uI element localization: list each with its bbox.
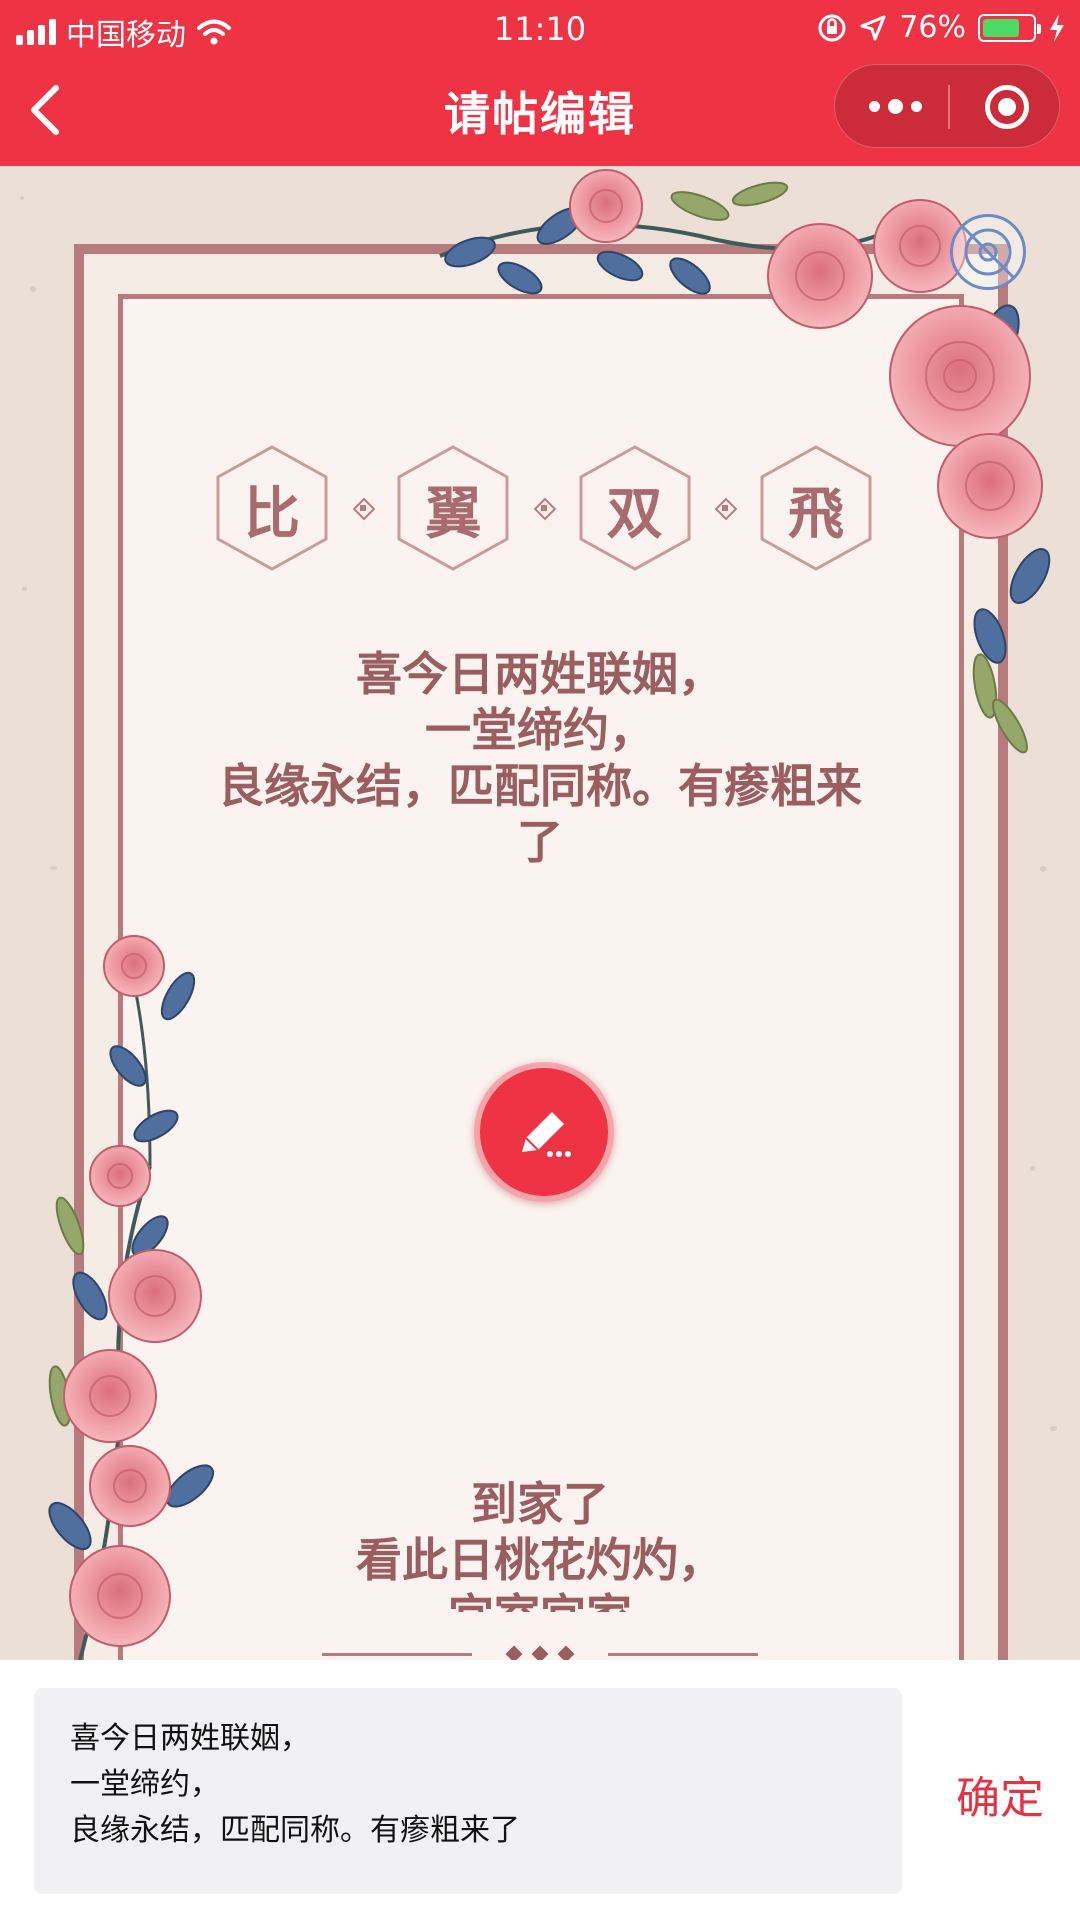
battery-icon: [978, 13, 1041, 42]
more-dots-icon[interactable]: [865, 91, 925, 121]
battery-percent: 76%: [899, 10, 966, 45]
app-header: 中国移动 11:10 76% 请帖编辑: [0, 0, 1080, 166]
navigation-bar: 请帖编辑: [0, 56, 1080, 166]
text-editor-panel: 喜今日两姓联姻， 一堂缔约， 良缘永结，匹配同称。有瘆粗来了 确定: [0, 1660, 1080, 1920]
rose-decoration-icon: [48, 169, 1051, 1660]
verse-textarea[interactable]: 喜今日两姓联姻， 一堂缔约， 良缘永结，匹配同称。有瘆粗来了: [34, 1688, 902, 1894]
textarea-line: 良缘永结，匹配同称。有瘆粗来了: [70, 1813, 520, 1848]
location-arrow-icon: [860, 15, 886, 40]
rotation-lock-icon: [818, 14, 846, 41]
invitation-canvas: 比 翼 双 飛 喜今日两姓联姻， 一堂缔约， 良缘永结，匹配同称。有瘆粗来 了: [0, 166, 1080, 1660]
textarea-line: 一堂缔约，: [70, 1767, 220, 1802]
charging-icon: [1050, 13, 1064, 42]
close-target-icon[interactable]: [985, 85, 1029, 129]
confirm-button[interactable]: 确定: [956, 1762, 1044, 1826]
status-bar: 中国移动 11:10 76%: [0, 0, 1080, 56]
music-disc-icon[interactable]: [950, 214, 1026, 290]
textarea-line: 喜今日两姓联姻，: [70, 1721, 310, 1756]
capsule-divider: [948, 85, 950, 129]
mini-program-capsule: [834, 64, 1060, 148]
